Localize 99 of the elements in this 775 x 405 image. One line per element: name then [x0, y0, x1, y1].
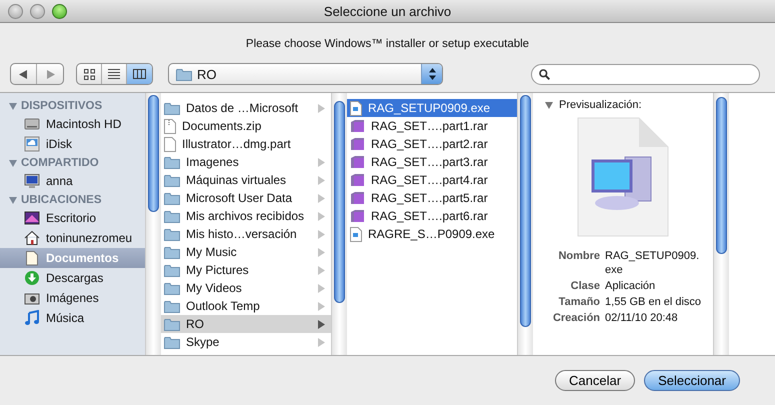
folder-icon	[164, 174, 180, 186]
scrollbar[interactable]	[331, 93, 347, 355]
file-row[interactable]: RAG_SET….part6.rar	[347, 207, 517, 225]
file-icon	[164, 136, 176, 152]
info-label: Clase	[570, 279, 600, 293]
file-row[interactable]: My Pictures	[161, 261, 331, 279]
section-heading: DISPOSITIVOS	[21, 100, 102, 112]
monitor-icon	[24, 173, 40, 189]
archive-box-icon	[350, 173, 365, 187]
folder-icon	[164, 156, 180, 168]
disclosure-triangle-icon	[9, 160, 17, 166]
dialog-message: Please choose Windows™ installer or setup executable	[246, 37, 530, 52]
sidebar-item[interactable]: Imágenes	[0, 288, 145, 308]
folder-icon	[164, 246, 180, 258]
file-row[interactable]: Datos de …Microsoft	[161, 99, 331, 117]
folder-icon	[164, 300, 180, 312]
desktop-picture-icon	[24, 210, 40, 226]
file-row[interactable]: My Videos	[161, 279, 331, 297]
right-triangle-icon	[46, 70, 54, 78]
file-row[interactable]: RAG_SETUP0909.exe	[347, 99, 517, 117]
folder-icon	[164, 264, 180, 276]
info-label: Nombre	[557, 249, 600, 264]
dialog-button[interactable]: Seleccionar	[644, 370, 740, 391]
sidebar-item[interactable]: Música	[0, 308, 145, 328]
scrollbar[interactable]	[713, 93, 729, 355]
cloud-drive-icon	[24, 136, 40, 152]
section-heading: COMPARTIDO	[21, 157, 99, 169]
sidebar-item[interactable]: Macintosh HD	[0, 114, 145, 134]
application-file-icon	[350, 100, 362, 116]
file-row[interactable]: Mis histo…versación	[161, 225, 331, 243]
house-icon	[24, 230, 40, 246]
file-row[interactable]: Máquinas virtuales	[161, 171, 331, 189]
archive-box-icon	[350, 209, 365, 223]
folder-icon	[164, 318, 180, 330]
zoom-button[interactable]	[52, 4, 67, 18]
file-row[interactable]: RAG_SET….part5.rar	[347, 189, 517, 207]
file-row[interactable]: Imagenes	[161, 153, 331, 171]
file-row[interactable]: RAG_SET….part4.rar	[347, 171, 517, 189]
file-row[interactable]: Outlook Temp	[161, 297, 331, 315]
application-file-icon	[350, 226, 362, 242]
file-row[interactable]: Mis archivos recibidos	[161, 207, 331, 225]
scrollbar[interactable]	[145, 93, 161, 355]
file-row[interactable]: Documents.zip	[161, 117, 331, 135]
right-triangle-icon	[318, 104, 325, 112]
grid-icon	[84, 68, 94, 80]
folder-icon	[164, 336, 180, 348]
folder-icon	[164, 228, 180, 240]
up-down-arrows-icon	[428, 68, 436, 80]
folder-icon	[164, 282, 180, 294]
window-title: Seleccione un archivo	[324, 4, 452, 18]
columns-icon	[133, 69, 146, 79]
folder-icon	[164, 102, 180, 114]
archive-box-icon	[350, 137, 365, 151]
archive-box-icon	[350, 191, 365, 205]
path-popup[interactable]: RO	[168, 63, 443, 85]
folder-icon	[176, 68, 192, 80]
archive-box-icon	[350, 155, 365, 169]
file-row[interactable]: Microsoft User Data	[161, 189, 331, 207]
file-row[interactable]: RAG_SET….part3.rar	[347, 153, 517, 171]
search-icon	[539, 68, 550, 80]
document-icon	[24, 250, 40, 266]
file-row[interactable]: Skype	[161, 333, 331, 351]
file-row[interactable]: Illustrator…dmg.part	[161, 135, 331, 153]
preview-heading: Previsualización:	[559, 99, 642, 111]
minimize-button[interactable]	[30, 4, 45, 18]
scrollbar[interactable]	[517, 93, 533, 355]
sidebar-item[interactable]: Escritorio	[0, 208, 145, 228]
info-label: Tamaño	[558, 295, 600, 309]
folder-icon	[164, 192, 180, 204]
file-row[interactable]: RO	[161, 315, 331, 333]
info-label: Creación	[552, 311, 600, 325]
hard-drive-icon	[24, 116, 40, 132]
file-row[interactable]: RAG_SET….part2.rar	[347, 135, 517, 153]
sidebar-item[interactable]: anna	[0, 171, 145, 191]
view-mode-button[interactable]	[127, 64, 152, 84]
file-row[interactable]: My Music	[161, 243, 331, 261]
music-note-icon	[24, 310, 40, 326]
archive-box-icon	[350, 119, 365, 133]
dialog-button[interactable]: Cancelar	[555, 370, 636, 391]
folder-icon	[164, 210, 180, 222]
disclosure-triangle-icon	[545, 102, 553, 108]
file-row[interactable]: RAG_SET….part1.rar	[347, 117, 517, 135]
sidebar-item[interactable]: Descargas	[0, 268, 145, 288]
file-row[interactable]: RAGRE_S…P0909.exe	[347, 225, 517, 243]
section-heading: UBICACIONES	[21, 194, 102, 206]
info-value: 1,55 GB en el disco	[605, 295, 702, 309]
application-file-icon	[577, 117, 669, 237]
zip-file-icon	[164, 118, 176, 134]
info-value: RAG_SETUP0909. exe	[605, 249, 700, 277]
left-triangle-icon	[19, 70, 28, 78]
sidebar-item[interactable]: iDisk	[0, 134, 145, 154]
search-field[interactable]	[531, 64, 760, 84]
list-icon	[108, 69, 120, 79]
close-button[interactable]	[8, 4, 23, 18]
disclosure-triangle-icon	[9, 102, 17, 110]
info-value: 02/11/10 20:48	[605, 311, 679, 325]
disclosure-triangle-icon	[9, 196, 17, 204]
info-value: Aplicación	[605, 279, 656, 293]
sidebar-item[interactable]: toninunezromeu	[0, 228, 145, 248]
